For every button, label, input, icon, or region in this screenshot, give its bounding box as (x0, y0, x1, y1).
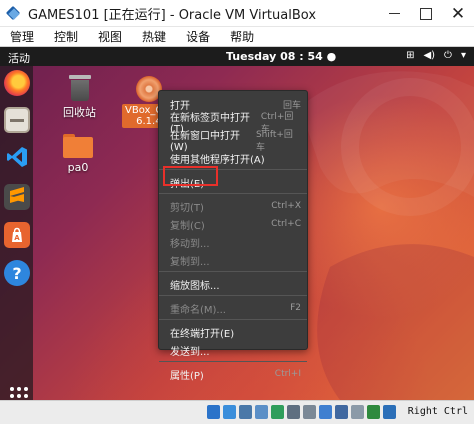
system-tray[interactable]: ⊞ ◀) ⏻ ▾ (406, 50, 466, 61)
network-icon[interactable]: ⊞ (406, 50, 414, 61)
software-icon[interactable]: A (4, 222, 30, 248)
clock[interactable]: Tuesday 08 : 54 ● (226, 50, 336, 63)
device-status-icons (207, 405, 396, 419)
desktop-icon-trash[interactable]: 回收站 (63, 75, 96, 120)
usb-icon[interactable] (271, 405, 284, 419)
keyboard-icon[interactable] (351, 405, 364, 419)
menu-item-copy: 复制(C) Ctrl+C (170, 219, 301, 232)
files-icon[interactable] (4, 107, 30, 133)
vbox-menubar: 管理 控制 视图 热键 设备 帮助 (0, 27, 474, 47)
menu-separator (159, 295, 307, 296)
host-key-label: Right Ctrl (407, 406, 468, 417)
menu-help[interactable]: 帮助 (220, 28, 264, 45)
video-capture-icon[interactable] (319, 405, 332, 419)
context-menu: 打开 回车 在新标签页中打开(T) Ctrl+回车 在新窗口中打开(W) Shift+… (158, 90, 308, 382)
host-key-arrow-icon[interactable] (367, 405, 380, 419)
sound-icon[interactable]: ◀) (423, 50, 435, 61)
power-icon[interactable]: ⏻ (444, 50, 452, 61)
desktop-icon-folder[interactable]: pa0 (63, 134, 93, 174)
menu-item-send-to[interactable]: 发送到... (159, 341, 307, 359)
menu-item-copy-to: 复制到... (170, 256, 210, 268)
network-icon[interactable] (255, 405, 268, 419)
window-titlebar: GAMES101 [正在运行] - Oracle VM VirtualBox ✕ (0, 0, 474, 27)
menu-separator (159, 361, 307, 362)
guest-screen[interactable]: 活动 Tuesday 08 : 54 ● ⊞ ◀) ⏻ ▾ A ? 回收站 pa… (0, 47, 474, 400)
svg-text:A: A (14, 234, 20, 242)
dock: A ? (0, 66, 33, 400)
menu-separator (159, 271, 307, 272)
shared-folders-icon[interactable] (287, 405, 300, 419)
vscode-icon[interactable] (4, 144, 30, 170)
mouse-icon[interactable] (383, 405, 396, 419)
desktop-icon-label: pa0 (67, 161, 89, 174)
vbox-statusbar: Right Ctrl (0, 400, 474, 424)
menu-separator (159, 319, 307, 320)
firefox-icon[interactable] (4, 70, 30, 96)
close-button[interactable]: ✕ (442, 0, 474, 27)
folder-icon (63, 134, 93, 158)
hard-disk-icon[interactable] (207, 405, 220, 419)
cpu-icon[interactable] (335, 405, 348, 419)
maximize-button[interactable] (410, 0, 442, 27)
menu-item-resize-icon[interactable]: 缩放图标... (159, 275, 307, 293)
help-icon[interactable]: ? (4, 260, 30, 286)
display-icon[interactable] (303, 405, 316, 419)
sublime-icon[interactable] (4, 184, 30, 210)
minimize-button[interactable] (378, 0, 410, 27)
menu-view[interactable]: 视图 (88, 28, 132, 45)
menu-separator (159, 193, 307, 194)
tray-menu-icon[interactable]: ▾ (461, 50, 466, 61)
menu-item-rename: 重命名(M)... F2 (170, 303, 301, 316)
menu-item-move-to: 移动到... (170, 238, 210, 250)
eject-highlight-box (163, 166, 218, 186)
menu-item-open-in-terminal[interactable]: 在终端打开(E) (159, 323, 307, 341)
trash-icon (68, 75, 91, 101)
menu-control[interactable]: 控制 (44, 28, 88, 45)
virtualbox-icon (4, 5, 22, 21)
audio-icon[interactable] (239, 405, 252, 419)
desktop-icon-label: 回收站 (63, 106, 96, 119)
menu-item-open-new-window[interactable]: 在新窗口中打开(W) Shift+回车 (159, 130, 307, 153)
gnome-top-bar: 活动 Tuesday 08 : 54 ● ⊞ ◀) ⏻ ▾ (0, 47, 474, 66)
activities-button[interactable]: 活动 (8, 50, 30, 66)
menu-hotkeys[interactable]: 热键 (132, 28, 176, 45)
show-applications-icon[interactable] (10, 387, 28, 400)
window-title: GAMES101 [正在运行] - Oracle VM VirtualBox (28, 7, 317, 23)
menu-devices[interactable]: 设备 (176, 28, 220, 45)
menu-manage[interactable]: 管理 (0, 28, 44, 45)
menu-item-cut: 剪切(T) Ctrl+X (170, 201, 301, 214)
optical-drive-icon[interactable] (223, 405, 236, 419)
menu-item-properties[interactable]: 属性(P) Ctrl+I (159, 365, 307, 383)
